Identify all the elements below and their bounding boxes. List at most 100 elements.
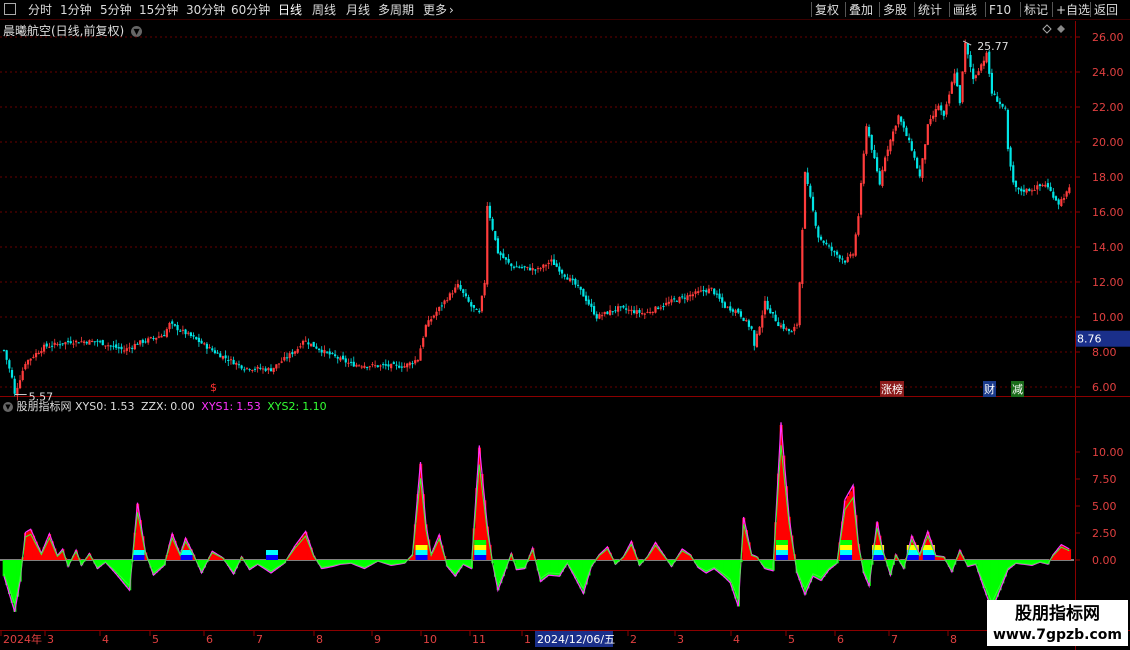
candle-body[interactable] bbox=[440, 305, 443, 307]
candle-body[interactable] bbox=[155, 337, 158, 340]
candle-body[interactable] bbox=[133, 343, 136, 350]
candle-body[interactable] bbox=[536, 268, 540, 270]
candle-body[interactable] bbox=[953, 73, 956, 84]
candle-body[interactable] bbox=[846, 256, 849, 262]
candle-body[interactable] bbox=[45, 343, 48, 347]
candle-body[interactable] bbox=[414, 360, 417, 364]
diamond-icon[interactable] bbox=[1042, 24, 1052, 34]
candle-body[interactable] bbox=[211, 348, 214, 351]
candle-body[interactable] bbox=[833, 251, 836, 253]
candle-body[interactable] bbox=[867, 126, 871, 137]
candle-body[interactable] bbox=[408, 362, 411, 366]
candle-body[interactable] bbox=[443, 300, 446, 305]
candle-body[interactable] bbox=[699, 290, 702, 292]
candle-body[interactable] bbox=[1020, 188, 1023, 192]
candle-body[interactable] bbox=[350, 361, 353, 363]
candle-body[interactable] bbox=[101, 340, 104, 346]
candle-body[interactable] bbox=[320, 349, 323, 353]
candle-body[interactable] bbox=[1012, 165, 1015, 183]
candle-body[interactable] bbox=[662, 305, 665, 307]
candle-body[interactable] bbox=[878, 171, 881, 185]
candle-body[interactable] bbox=[358, 365, 361, 367]
candle-body[interactable] bbox=[339, 357, 342, 361]
candle-body[interactable] bbox=[865, 126, 868, 154]
candle-body[interactable] bbox=[333, 354, 337, 357]
candle-body[interactable] bbox=[884, 157, 887, 172]
candle-body[interactable] bbox=[851, 254, 855, 256]
candle-body[interactable] bbox=[737, 308, 740, 313]
candle-body[interactable] bbox=[830, 246, 833, 251]
candle-body[interactable] bbox=[625, 308, 628, 310]
candle-body[interactable] bbox=[253, 368, 257, 370]
candle-body[interactable] bbox=[315, 346, 318, 349]
candle-body[interactable] bbox=[120, 346, 123, 350]
candle-body[interactable] bbox=[809, 185, 812, 197]
candle-body[interactable] bbox=[806, 172, 809, 184]
candle-body[interactable] bbox=[526, 266, 529, 268]
candle-body[interactable] bbox=[21, 370, 24, 380]
candle-body[interactable] bbox=[539, 268, 542, 270]
candle-body[interactable] bbox=[574, 279, 577, 285]
candle-body[interactable] bbox=[99, 341, 102, 343]
candle-body[interactable] bbox=[264, 368, 267, 371]
candle-body[interactable] bbox=[272, 367, 275, 372]
candle-body[interactable] bbox=[139, 340, 142, 345]
event-marker-cai[interactable]: 财 bbox=[983, 381, 996, 397]
candle-body[interactable] bbox=[940, 105, 943, 111]
candle-body[interactable] bbox=[948, 94, 951, 104]
candle-body[interactable] bbox=[304, 340, 307, 342]
candle-body[interactable] bbox=[56, 343, 59, 345]
candle-body[interactable] bbox=[504, 257, 508, 260]
candle-body[interactable] bbox=[817, 226, 820, 238]
candle-body[interactable] bbox=[718, 293, 721, 299]
candle-body[interactable] bbox=[10, 370, 14, 378]
candle-body[interactable] bbox=[160, 335, 163, 338]
candle-body[interactable] bbox=[1028, 188, 1031, 192]
candle-body[interactable] bbox=[187, 332, 190, 334]
candle-body[interactable] bbox=[750, 326, 753, 329]
candle-body[interactable] bbox=[1017, 187, 1020, 190]
candle-body[interactable] bbox=[929, 118, 932, 125]
candle-body[interactable] bbox=[454, 287, 457, 293]
candle-body[interactable] bbox=[646, 311, 649, 313]
candle-body[interactable] bbox=[1036, 185, 1039, 190]
candle-body[interactable] bbox=[419, 348, 422, 361]
candle-body[interactable] bbox=[280, 361, 283, 363]
candle-body[interactable] bbox=[245, 367, 249, 369]
candle-body[interactable] bbox=[213, 350, 217, 354]
candle-body[interactable] bbox=[152, 338, 155, 340]
candle-body[interactable] bbox=[654, 306, 657, 313]
candle-body[interactable] bbox=[924, 144, 927, 160]
candle-body[interactable] bbox=[400, 366, 403, 368]
candle-body[interactable] bbox=[205, 343, 209, 349]
candle-body[interactable] bbox=[755, 333, 759, 348]
candle-body[interactable] bbox=[697, 291, 700, 294]
candle-body[interactable] bbox=[665, 302, 668, 306]
candle-body[interactable] bbox=[478, 310, 481, 313]
candle-body[interactable] bbox=[128, 347, 131, 349]
candle-body[interactable] bbox=[576, 284, 580, 286]
candle-body[interactable] bbox=[171, 321, 174, 324]
candle-body[interactable] bbox=[627, 309, 630, 311]
candle-body[interactable] bbox=[670, 299, 673, 303]
candle-body[interactable] bbox=[515, 266, 518, 268]
candle-body[interactable] bbox=[184, 329, 187, 335]
candle-body[interactable] bbox=[870, 134, 873, 150]
candle-body[interactable] bbox=[731, 309, 735, 312]
candle-body[interactable] bbox=[617, 306, 620, 312]
candle-body[interactable] bbox=[1057, 199, 1060, 205]
candle-body[interactable] bbox=[488, 205, 492, 218]
candle-body[interactable] bbox=[427, 320, 430, 327]
candle-body[interactable] bbox=[1006, 109, 1010, 150]
candle-body[interactable] bbox=[72, 343, 75, 345]
candle-body[interactable] bbox=[288, 353, 291, 359]
candle-body[interactable] bbox=[974, 75, 977, 79]
candle-body[interactable] bbox=[325, 351, 329, 353]
candle-body[interactable] bbox=[734, 310, 737, 314]
candle-body[interactable] bbox=[411, 363, 414, 365]
candle-body[interactable] bbox=[5, 350, 8, 360]
candle-body[interactable] bbox=[990, 72, 993, 94]
candle-body[interactable] bbox=[13, 378, 16, 394]
candle-body[interactable] bbox=[980, 64, 983, 71]
candle-body[interactable] bbox=[299, 346, 302, 348]
